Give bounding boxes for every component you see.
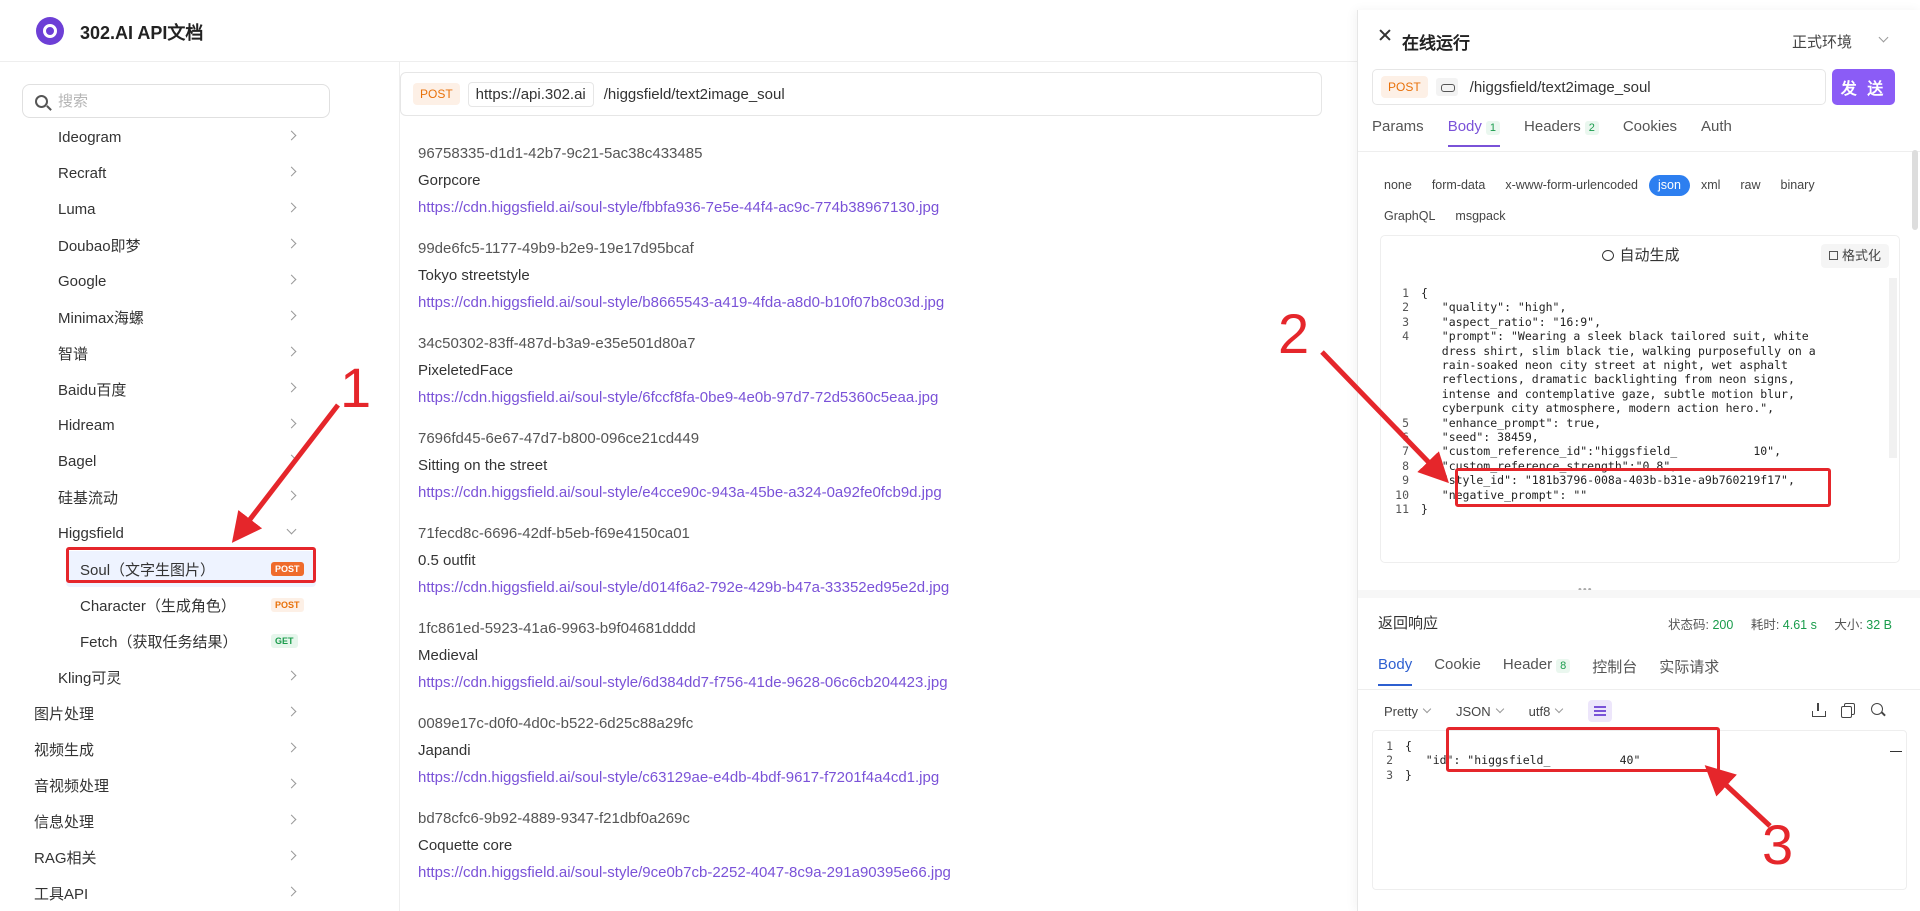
annotation-arrow-1 — [231, 403, 340, 543]
annotation-arrow-2 — [1320, 350, 1449, 484]
annotation-arrow-3 — [1704, 765, 1772, 828]
annotation-arrows — [231, 350, 1772, 828]
